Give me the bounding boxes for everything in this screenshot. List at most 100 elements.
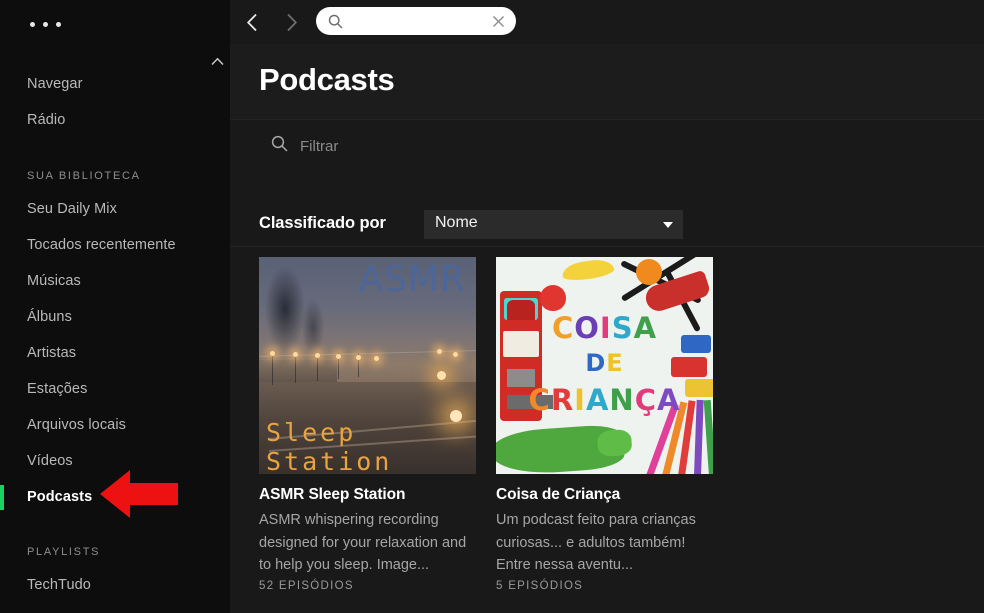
sidebar-item-navegar[interactable]: Navegar	[0, 68, 206, 100]
sidebar-item-techtudo[interactable]: TechTudo	[0, 569, 206, 601]
artwork-word-line-2: DE	[496, 349, 713, 377]
dot-3	[56, 22, 61, 27]
podcast-artwork[interactable]: ASMR Sleep Station	[259, 257, 476, 474]
top-navigation-bar	[230, 0, 984, 44]
sidebar-item-albuns[interactable]: Álbuns	[0, 301, 206, 333]
artwork-word-line-1: COISA	[496, 311, 713, 345]
sidebar-item-estacoes[interactable]: Estações	[0, 373, 206, 405]
artwork-pole	[295, 353, 296, 383]
podcast-title: Coisa de Criança	[496, 486, 621, 503]
artwork-lamp	[336, 354, 341, 359]
artwork-orange	[636, 259, 662, 285]
artwork-letter: D	[585, 349, 607, 377]
sidebar-item-radio[interactable]: Rádio	[0, 104, 206, 136]
page-title: Podcasts	[259, 62, 395, 97]
sort-row: Classificado por Nome	[230, 205, 984, 247]
sidebar-item-arquivos-locais[interactable]: Arquivos locais	[0, 409, 206, 441]
artwork-lamp	[293, 352, 298, 357]
filter-input[interactable]	[300, 137, 500, 155]
artwork-letter: E	[606, 349, 624, 377]
artwork-lamp	[374, 356, 379, 361]
artwork-word-line-3: CRIANÇA	[496, 383, 713, 417]
main-content: Podcasts Classificado por Nome	[230, 0, 984, 613]
search-input[interactable]	[350, 7, 480, 35]
active-indicator	[0, 485, 4, 510]
chevron-left-icon[interactable]	[238, 8, 266, 36]
sidebar-heading-playlists: PLAYLISTS	[27, 546, 101, 558]
sidebar-heading-library: SUA BIBLIOTECA	[27, 170, 141, 182]
podcast-artwork[interactable]: COISA DE CRIANÇA	[496, 257, 713, 474]
artwork-letter: C	[551, 311, 575, 345]
divider	[230, 246, 984, 247]
sidebar-item-videos[interactable]: Vídeos	[0, 445, 206, 477]
podcast-description: ASMR whispering recording designed for y…	[259, 512, 467, 573]
sidebar-item-label: Vídeos	[27, 453, 73, 469]
sidebar-item-label: Estações	[27, 381, 88, 397]
artwork-letter: N	[609, 383, 635, 417]
sidebar-item-label: Rádio	[27, 112, 66, 128]
sidebar-item-seu-daily-mix[interactable]: Seu Daily Mix	[0, 193, 206, 225]
artwork-apple	[540, 285, 566, 311]
podcast-card[interactable]: COISA DE CRIANÇA Coisa de Criança Um pod…	[496, 257, 713, 592]
artwork-letter: A	[657, 383, 681, 417]
close-icon[interactable]	[492, 15, 505, 28]
podcast-episode-count: 52 EPISÓDIOS	[259, 580, 354, 592]
sidebar-item-label: TechTudo	[27, 577, 91, 593]
sidebar-item-label: Músicas	[27, 273, 81, 289]
artwork-letter: Ç	[634, 383, 657, 417]
chevron-up-icon[interactable]	[206, 53, 228, 69]
artwork-letter: S	[611, 311, 634, 345]
page-header: Podcasts	[230, 44, 984, 120]
artwork-text-bottom: Sleep Station	[266, 418, 393, 474]
artwork-pole	[272, 353, 273, 385]
sidebar-scrollbar-track[interactable]	[204, 70, 228, 370]
filter-field[interactable]	[271, 135, 500, 157]
chevron-right-icon[interactable]	[277, 8, 305, 36]
artwork-trees	[259, 257, 329, 377]
artwork-banana	[561, 257, 615, 283]
overflow-menu-icon[interactable]	[30, 22, 61, 27]
artwork-lamp	[315, 353, 320, 358]
sidebar-item-label: Seu Daily Mix	[27, 201, 117, 217]
podcast-card[interactable]: ASMR Sleep Station ASMR Sleep Station AS…	[259, 257, 476, 592]
sort-label: Classificado por	[259, 214, 386, 232]
sidebar-item-label: Navegar	[27, 76, 83, 92]
artwork-text-top: ASMR	[358, 259, 466, 300]
sidebar-item-podcasts[interactable]: Podcasts	[0, 481, 206, 513]
spotify-window: Navegar Rádio SUA BIBLIOTECA Seu Daily M…	[0, 0, 984, 613]
podcast-description: Um podcast feito para crianças curiosas.…	[496, 512, 696, 573]
artwork-letter: O	[574, 311, 600, 345]
sidebar-item-label: Podcasts	[27, 489, 93, 505]
artwork-lamp	[437, 349, 442, 354]
artwork-letter: I	[599, 311, 612, 345]
search-icon	[328, 14, 343, 34]
artwork-crocodile	[496, 423, 626, 474]
sidebar-item-tocados-recentemente[interactable]: Tocados recentemente	[0, 229, 206, 261]
sidebar-nav: Navegar Rádio SUA BIBLIOTECA Seu Daily M…	[0, 55, 230, 613]
search-bar[interactable]	[316, 7, 516, 35]
sidebar-item-label: Arquivos locais	[27, 417, 127, 433]
podcast-episode-count: 5 EPISÓDIOS	[496, 580, 584, 592]
artwork-lamp	[453, 352, 458, 357]
artwork-letter: C	[528, 383, 551, 417]
artwork-letter: A	[585, 383, 610, 417]
podcast-title: ASMR Sleep Station	[259, 486, 406, 503]
artwork-lamp	[270, 351, 275, 356]
podcast-grid: ASMR Sleep Station ASMR Sleep Station AS…	[259, 257, 713, 592]
sidebar: Navegar Rádio SUA BIBLIOTECA Seu Daily M…	[0, 0, 230, 613]
sort-dropdown-value: Nome	[435, 214, 478, 231]
sidebar-item-artistas[interactable]: Artistas	[0, 337, 206, 369]
artwork-letter: I	[574, 383, 586, 417]
sidebar-item-label: Álbuns	[27, 309, 72, 325]
sidebar-item-label: Artistas	[27, 345, 77, 361]
filter-row	[230, 120, 984, 182]
sort-dropdown[interactable]: Nome	[424, 210, 683, 239]
sidebar-item-label: Tocados recentemente	[27, 237, 176, 253]
artwork-letter: A	[633, 311, 658, 345]
search-icon	[271, 135, 288, 157]
dot-2	[43, 22, 48, 27]
artwork-streetlight	[437, 371, 446, 380]
dot-1	[30, 22, 35, 27]
sidebar-item-musicas[interactable]: Músicas	[0, 265, 206, 297]
chevron-down-icon	[663, 222, 673, 228]
